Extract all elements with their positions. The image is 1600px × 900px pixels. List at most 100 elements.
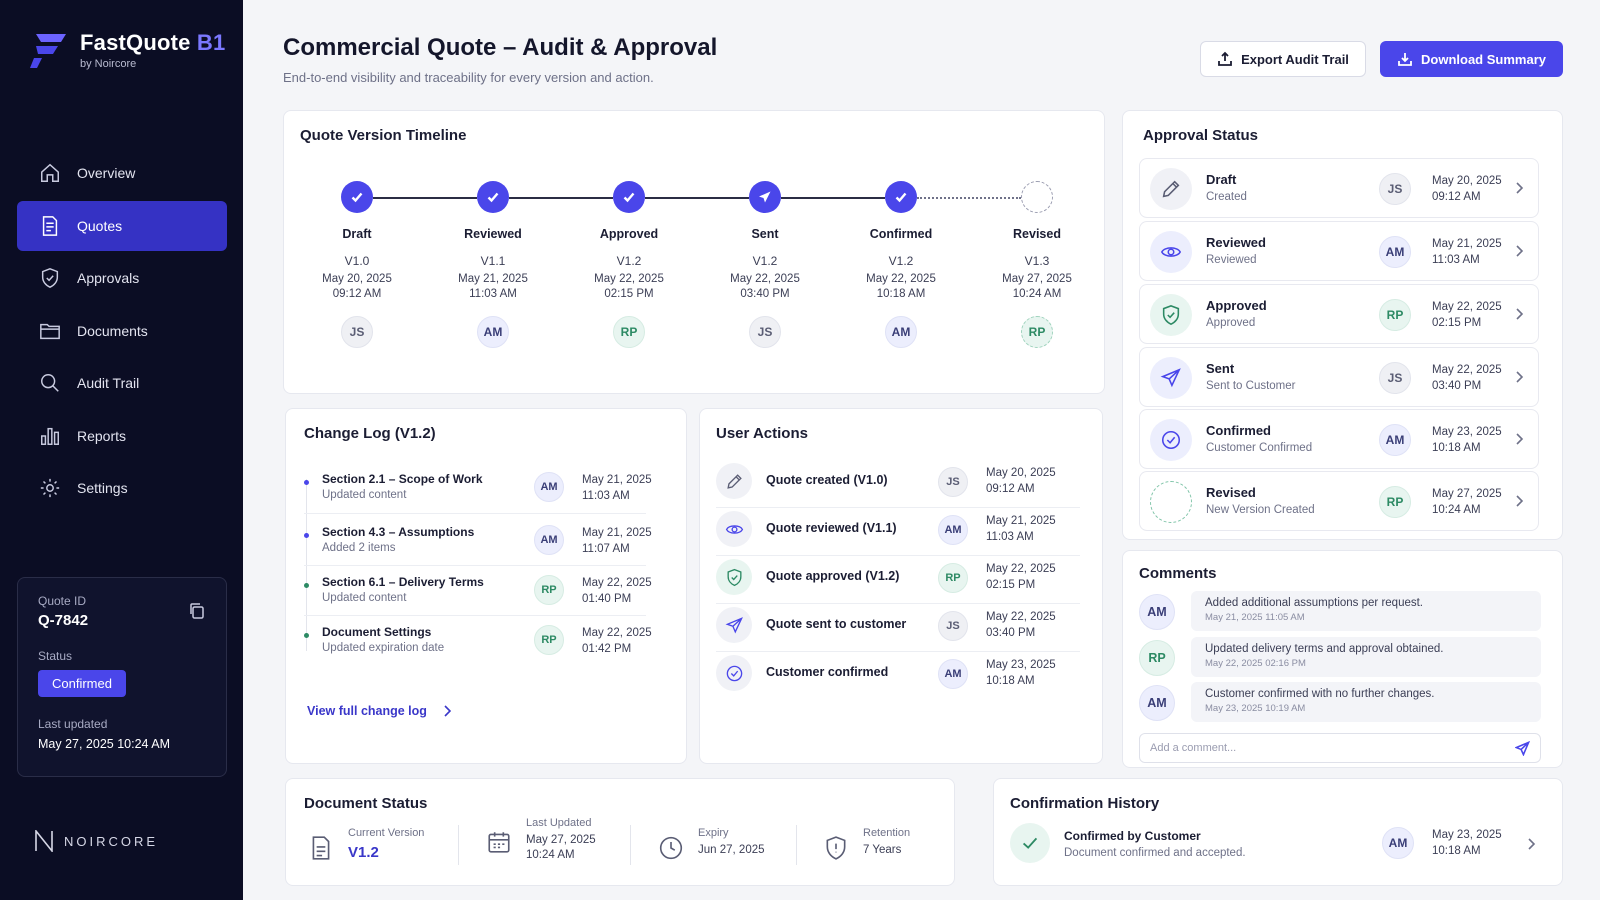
timeline-step-sent[interactable]: Sent V1.2 May 22, 2025 03:40 PM JS xyxy=(705,181,825,348)
page-subtitle: End-to-end visibility and traceability f… xyxy=(283,70,654,85)
user-action-item[interactable]: Customer confirmed AM May 23, 2025 10:18 … xyxy=(716,651,1080,699)
approval-item-sent[interactable]: Sent Sent to Customer JS May 22, 2025 03:… xyxy=(1139,347,1539,407)
user-action-text: Quote approved (V1.2) xyxy=(766,569,900,583)
comment-bubble: Updated delivery terms and approval obta… xyxy=(1191,637,1541,677)
timeline-step-reviewed[interactable]: Reviewed V1.1 May 21, 2025 11:03 AM AM xyxy=(433,181,553,348)
shield-check-icon xyxy=(41,268,59,288)
avatar: AM xyxy=(534,472,564,502)
timeline-step-confirmed[interactable]: Confirmed V1.2 May 22, 2025 10:18 AM AM xyxy=(841,181,961,348)
approval-item-title: Approved xyxy=(1206,298,1267,313)
approval-item-date: May 20, 2025 09:12 AM xyxy=(1432,175,1502,203)
user-action-text: Quote sent to customer xyxy=(766,617,907,631)
avatar: AM xyxy=(938,515,968,545)
changelog-item-title: Section 4.3 – Assumptions xyxy=(322,525,475,539)
sidebar-item-reports[interactable]: Reports xyxy=(17,411,227,461)
sidebar-item-label: Approvals xyxy=(77,270,140,286)
pencil-icon xyxy=(1150,168,1192,210)
document-status-card: Document Status Current Version V1.2 Las… xyxy=(285,778,955,886)
user-action-item[interactable]: Quote approved (V1.2) RP May 22, 2025 02:… xyxy=(716,555,1080,603)
sidebar: FastQuote B1 by Noircore Overview Quotes… xyxy=(0,0,243,900)
step-date: May 22, 2025 02:15 PM xyxy=(594,273,664,300)
user-actions-card: User Actions Quote created (V1.0) JS May… xyxy=(699,408,1103,764)
avatar: AM xyxy=(1379,236,1411,268)
avatar: AM xyxy=(885,316,917,348)
approval-item-date: May 21, 2025 11:03 AM xyxy=(1432,238,1502,266)
user-action-date: May 23, 2025 10:18 AM xyxy=(986,659,1056,687)
last-updated-label: Last Updated xyxy=(526,817,592,829)
avatar: JS xyxy=(1379,173,1411,205)
divider xyxy=(304,513,646,514)
changelog-link-label: View full change log xyxy=(307,704,427,718)
bar-chart-icon xyxy=(41,427,59,445)
approval-item-sub: Approved xyxy=(1206,317,1256,329)
comment-bubble: Added additional assumptions per request… xyxy=(1191,591,1541,631)
sidebar-item-label: Reports xyxy=(77,427,127,444)
approval-item-reviewed[interactable]: Reviewed Reviewed AM May 21, 2025 11:03 A… xyxy=(1139,221,1539,281)
changelog-item[interactable]: Document Settings Updated expiration dat… xyxy=(304,625,664,677)
changelog-item[interactable]: Section 6.1 – Delivery Terms Updated con… xyxy=(304,575,664,627)
current-version-label: Current Version xyxy=(348,827,425,839)
step-label: Confirmed xyxy=(869,227,933,241)
eye-icon xyxy=(716,511,752,547)
copy-icon[interactable] xyxy=(188,602,206,620)
avatar: RP xyxy=(1139,640,1175,676)
comment-date: May 23, 2025 10:19 AM xyxy=(1205,703,1306,714)
sidebar-item-settings[interactable]: Settings xyxy=(17,463,227,513)
download-summary-button[interactable]: Download Summary xyxy=(1380,41,1563,77)
approval-item-title: Confirmed xyxy=(1206,423,1271,438)
retention-value: 7 Years xyxy=(863,844,902,856)
sidebar-item-quotes[interactable]: Quotes xyxy=(17,200,227,251)
brand-name: FastQuote B1 xyxy=(80,30,226,55)
approval-item-title: Reviewed xyxy=(1206,235,1266,250)
export-label: Export Audit Trail xyxy=(1241,51,1349,67)
chevron-right-icon[interactable] xyxy=(1526,837,1536,851)
comment-input[interactable]: Add a comment... xyxy=(1139,733,1541,763)
send-icon xyxy=(1150,357,1192,399)
divider xyxy=(458,825,459,865)
approval-item-title: Draft xyxy=(1206,172,1237,187)
approval-item-revised[interactable]: Revised New Version Created RP May 27, 2… xyxy=(1139,471,1539,531)
approval-item-draft[interactable]: Draft Created JS May 20, 2025 09:12 AM xyxy=(1139,158,1539,218)
last-updated-label: Last updated xyxy=(38,717,108,731)
changelog-item[interactable]: Section 2.1 – Scope of Work Updated cont… xyxy=(304,472,664,524)
approval-item-sub: Sent to Customer xyxy=(1206,380,1296,392)
approval-item-confirmed[interactable]: Confirmed Customer Confirmed AM May 23, … xyxy=(1139,409,1539,469)
divider xyxy=(304,565,646,566)
view-full-changelog-link[interactable]: View full change log xyxy=(307,704,451,718)
sidebar-item-approvals[interactable]: Approvals xyxy=(17,253,227,303)
eye-icon xyxy=(1150,231,1192,273)
export-audit-trail-button[interactable]: Export Audit Trail xyxy=(1200,41,1366,77)
user-action-item[interactable]: Quote sent to customer JS May 22, 2025 03… xyxy=(716,603,1080,651)
step-label: Revised xyxy=(1013,227,1061,241)
brand[interactable]: FastQuote B1 by Noircore xyxy=(28,30,225,70)
last-updated-value: May 27, 2025 10:24 AM xyxy=(526,834,596,861)
approval-item-title: Revised xyxy=(1206,485,1256,500)
approval-item-date: May 22, 2025 02:15 PM xyxy=(1432,301,1502,329)
user-action-date: May 22, 2025 03:40 PM xyxy=(986,611,1056,639)
timeline-step-approved[interactable]: Approved V1.2 May 22, 2025 02:15 PM RP xyxy=(569,181,689,348)
sidebar-item-overview[interactable]: Overview xyxy=(17,148,227,198)
user-action-item[interactable]: Quote created (V1.0) JS May 20, 2025 09:1… xyxy=(716,459,1080,507)
comment-item: RP Updated delivery terms and approval o… xyxy=(1139,637,1541,677)
approval-item-sub: Created xyxy=(1206,191,1247,203)
sidebar-item-audit-trail[interactable]: Audit Trail xyxy=(17,358,227,408)
approval-item-title: Sent xyxy=(1206,361,1235,376)
sidebar-item-documents[interactable]: Documents xyxy=(17,306,227,356)
approval-item-approved[interactable]: Approved Approved RP May 22, 2025 02:15 P… xyxy=(1139,284,1539,344)
step-date: May 20, 2025 09:12 AM xyxy=(322,273,392,300)
calendar-icon xyxy=(488,832,510,853)
timeline-step-draft[interactable]: Draft V1.0 May 20, 2025 09:12 AM JS xyxy=(297,181,417,348)
user-action-item[interactable]: Quote reviewed (V1.1) AM May 21, 2025 11:… xyxy=(716,507,1080,555)
user-action-text: Quote created (V1.0) xyxy=(766,473,888,487)
changelog-item[interactable]: Section 4.3 – Assumptions Added 2 items … xyxy=(304,525,664,577)
sidebar-item-label: Overview xyxy=(77,165,136,181)
check-circle-icon xyxy=(1150,419,1192,461)
comment-bubble: Customer confirmed with no further chang… xyxy=(1191,682,1541,722)
timeline-step-revised[interactable]: Revised V1.3 May 27, 2025 10:24 AM RP xyxy=(977,181,1097,348)
send-icon[interactable] xyxy=(1515,741,1530,756)
comment-text: Added additional assumptions per request… xyxy=(1205,597,1424,609)
page-title: Commercial Quote – Audit & Approval xyxy=(283,34,718,61)
chevron-right-icon xyxy=(1516,308,1524,320)
step-version: V1.1 xyxy=(480,254,506,268)
step-label: Draft xyxy=(342,227,372,241)
